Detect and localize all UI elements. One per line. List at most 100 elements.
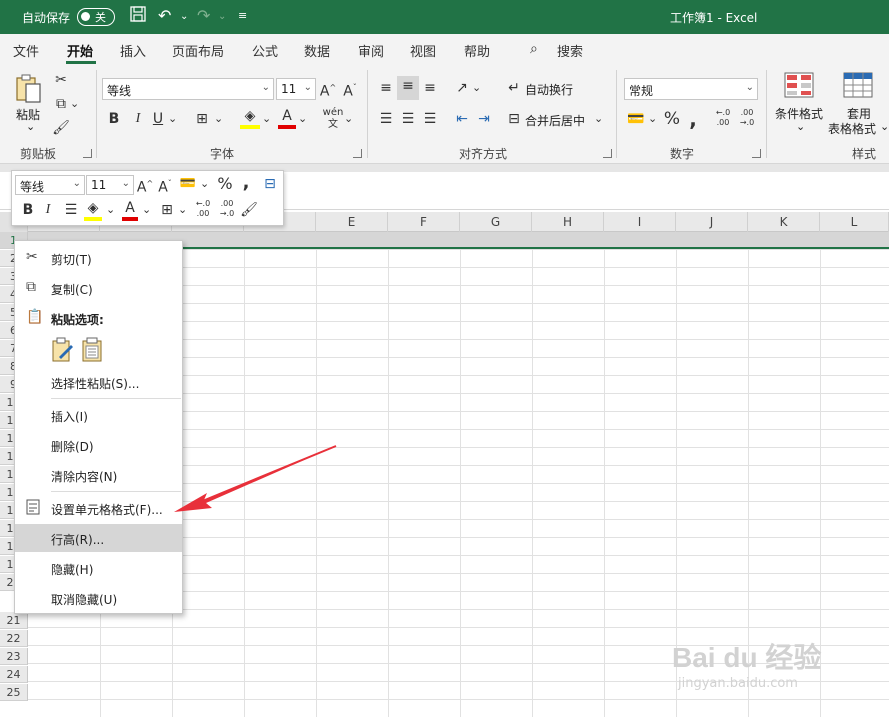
save-icon[interactable] [130,6,146,26]
clipboard-launcher-icon[interactable] [83,149,92,158]
orientation-dropdown-icon[interactable]: ⌄ [472,78,481,98]
mini-font-color-icon[interactable]: A [122,199,138,221]
increase-indent-icon[interactable]: ⇥ [474,109,494,129]
accounting-dropdown-icon[interactable]: ⌄ [648,109,657,129]
align-center-icon[interactable]: ☰ [398,109,418,129]
merge-center-button[interactable]: 合并后居中 [525,112,585,129]
mini-font-color-dropdown-icon[interactable]: ⌄ [142,200,151,220]
mini-increase-decimal-icon[interactable]: ←.0.00 [192,199,214,219]
tab-page-layout[interactable]: 页面布局 [172,41,224,60]
undo-dropdown-icon[interactable]: ⌄ [180,11,188,22]
row-header[interactable]: 21 [0,612,28,629]
copy-icon[interactable]: ⧉ [52,94,70,114]
mini-merge-icon[interactable]: ⊟ [260,174,280,194]
row-header[interactable]: 25 [0,684,28,701]
redo-icon[interactable]: ↷ [197,6,210,25]
phonetic-icon[interactable]: wén 文 [322,107,344,131]
underline-dropdown-icon[interactable]: ⌄ [168,109,177,129]
tab-review[interactable]: 审阅 [358,41,384,60]
underline-icon[interactable]: U [150,109,166,129]
number-launcher-icon[interactable] [752,149,761,158]
font-color-icon[interactable]: A [278,107,296,129]
number-format-combo[interactable]: 常规 ⌄ [624,78,758,100]
tab-insert[interactable]: 插入 [120,41,146,60]
column-header[interactable]: G [460,212,532,232]
fill-color-icon[interactable]: ◈ [240,107,260,129]
accounting-format-icon[interactable]: 💳 [626,109,646,129]
column-header[interactable]: F [388,212,460,232]
mini-align-center-icon[interactable]: ☰ [62,200,80,220]
menu-item-cut[interactable]: ✂ 剪切(T) [15,244,182,272]
fill-color-dropdown-icon[interactable]: ⌄ [262,109,271,129]
conditional-format-dropdown-icon[interactable]: ⌄ [796,120,805,133]
align-bottom-icon[interactable]: ≡ [420,78,440,98]
row-header[interactable]: 22 [0,630,28,647]
tab-file[interactable]: 文件 [13,41,39,60]
paste-option-paste-icon[interactable] [51,337,75,363]
tab-help[interactable]: 帮助 [464,41,490,60]
table-format-icon[interactable] [843,72,873,101]
tab-data[interactable]: 数据 [304,41,330,60]
align-left-icon[interactable]: ☰ [376,109,396,129]
menu-item-hide[interactable]: 隐藏(H) [15,554,182,582]
comma-style-icon[interactable]: , [686,109,700,129]
borders-icon[interactable]: ⊞ [192,109,212,129]
mini-italic-icon[interactable]: I [40,200,56,220]
merge-center-dropdown-icon[interactable]: ⌄ [594,109,603,129]
redo-dropdown-icon[interactable]: ⌄ [218,11,226,22]
wrap-text-button[interactable]: 自动换行 [525,81,573,98]
decrease-decimal-icon[interactable]: .00 →.0 [736,108,758,128]
merge-center-icon[interactable]: ⊟ [505,109,523,129]
mini-font-size-combo[interactable]: 11 ⌄ [86,175,134,195]
decrease-font-icon[interactable]: Aˇ [340,78,360,102]
row-header[interactable]: 23 [0,648,28,665]
wrap-text-icon[interactable]: ↵ [505,78,523,98]
font-color-dropdown-icon[interactable]: ⌄ [298,109,307,129]
cut-icon[interactable]: ✂ [52,70,70,90]
table-format-dropdown-icon[interactable]: ⌄ [880,120,889,133]
mini-fill-dropdown-icon[interactable]: ⌄ [106,200,115,220]
phonetic-dropdown-icon[interactable]: ⌄ [344,109,353,129]
percent-icon[interactable]: % [662,109,682,129]
mini-borders-dropdown-icon[interactable]: ⌄ [178,200,187,220]
mini-percent-icon[interactable]: % [216,174,234,194]
alignment-launcher-icon[interactable] [603,149,612,158]
bold-icon[interactable]: B [106,109,122,129]
paste-dropdown-icon[interactable]: ⌄ [26,120,35,133]
mini-comma-style-icon[interactable]: , [240,173,252,193]
mini-accounting-icon[interactable]: 💳 [178,174,198,194]
menu-item-delete[interactable]: 删除(D) [15,431,182,459]
column-header[interactable]: J [676,212,748,232]
mini-decrease-decimal-icon[interactable]: .00 →.0 [216,199,238,219]
menu-item-paste-special[interactable]: 选择性粘贴(S)... [15,368,182,396]
menu-item-insert[interactable]: 插入(I) [15,401,182,429]
tab-view[interactable]: 视图 [410,41,436,60]
column-header[interactable]: H [532,212,604,232]
decrease-indent-icon[interactable]: ⇤ [452,109,472,129]
row-header[interactable]: 24 [0,666,28,683]
align-right-icon[interactable]: ☰ [420,109,440,129]
italic-icon[interactable]: I [130,109,146,129]
mini-accounting-dropdown-icon[interactable]: ⌄ [200,174,209,194]
column-header[interactable]: K [748,212,820,232]
font-size-combo[interactable]: 11 ⌄ [276,78,316,100]
mini-increase-font-icon[interactable]: A^ [136,174,154,198]
tab-formulas[interactable]: 公式 [252,41,278,60]
menu-item-format-cells[interactable]: 设置单元格格式(F)... [15,494,182,522]
tab-home[interactable]: 开始 [67,41,93,60]
align-middle-icon[interactable]: ≡ [397,76,419,100]
borders-dropdown-icon[interactable]: ⌄ [214,109,223,129]
mini-decrease-font-icon[interactable]: Aˇ [156,174,174,198]
increase-decimal-icon[interactable]: ←.0.00 [712,108,734,128]
mini-format-painter-icon[interactable]: 🖌 [240,200,258,220]
copy-dropdown-icon[interactable]: ⌄ [70,94,79,114]
column-header[interactable]: L [820,212,889,232]
font-name-combo[interactable]: 等线 ⌄ [102,78,274,100]
increase-font-icon[interactable]: A^ [318,78,338,102]
column-header[interactable]: I [604,212,676,232]
font-launcher-icon[interactable] [353,149,362,158]
conditional-format-icon[interactable] [784,72,814,101]
table-format-label-2[interactable]: 表格格式 [828,120,876,137]
mini-fill-color-icon[interactable]: ◈ [84,199,102,221]
menu-item-copy[interactable]: ⧉ 复制(C) [15,274,182,302]
